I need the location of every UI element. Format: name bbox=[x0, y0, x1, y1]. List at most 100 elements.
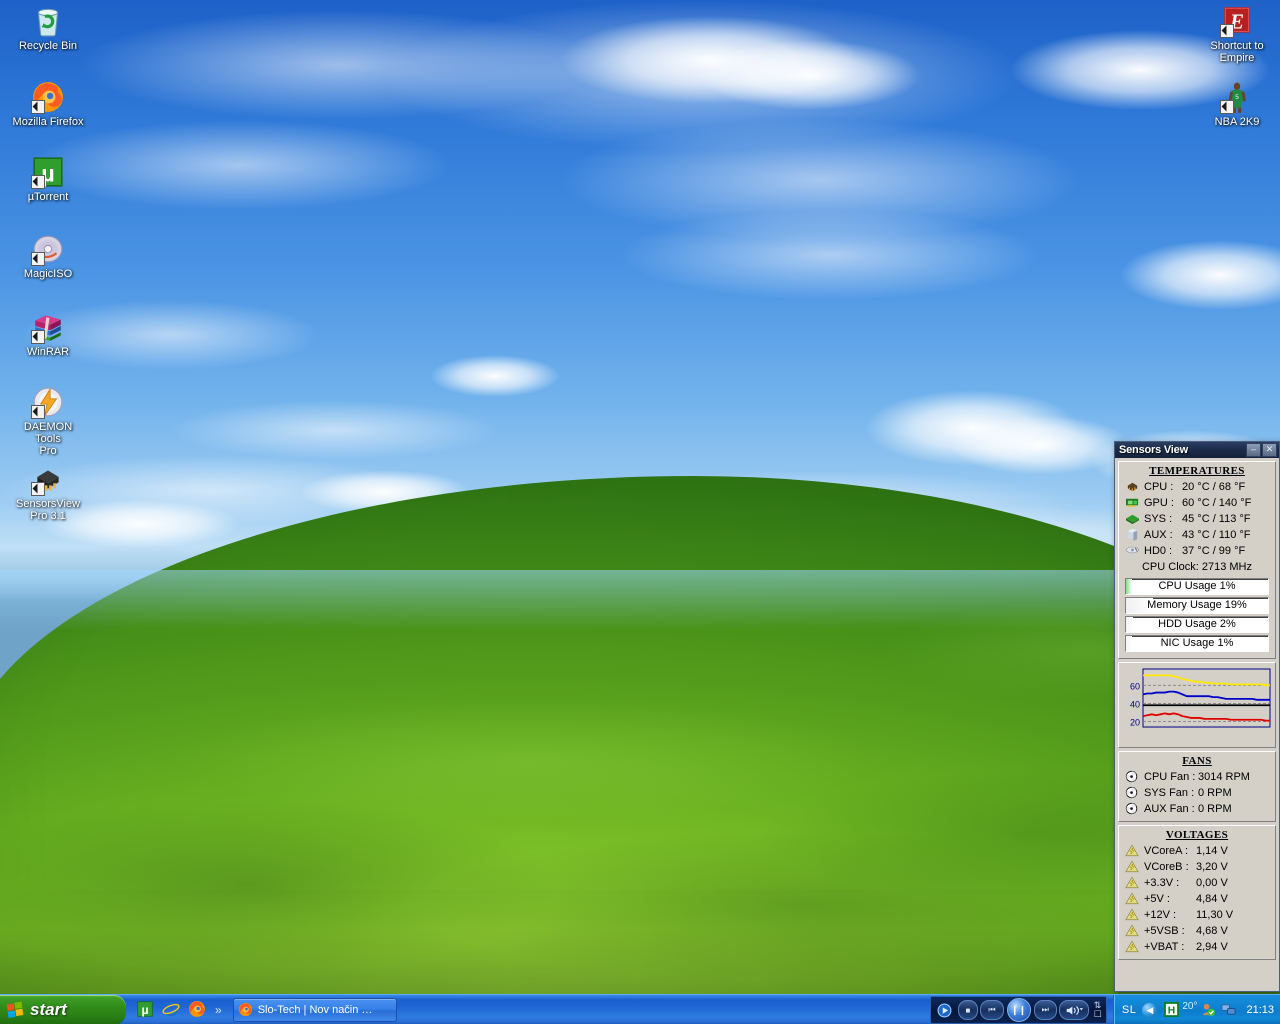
usage-bar: HDD Usage 2% bbox=[1125, 616, 1269, 633]
voltage-icon bbox=[1125, 876, 1141, 890]
voltage-label: VCoreA : bbox=[1144, 845, 1189, 857]
temperature-row: HD0 : 37 °C / 99 °F bbox=[1121, 543, 1273, 559]
start-button-label: start bbox=[30, 1000, 67, 1019]
quicklaunch-firefox[interactable] bbox=[188, 1000, 208, 1020]
desktop-icon-sensorsview-pro-3-1[interactable]: SensorsView Pro 3.1 bbox=[10, 462, 86, 522]
desktop-icon-label: NBA 2K9 bbox=[1214, 116, 1260, 128]
sensors-view-window[interactable]: Sensors View – ✕ TEMPERATURES CPU : 20 °C… bbox=[1114, 441, 1280, 992]
voltage-icon bbox=[1125, 892, 1141, 906]
start-button[interactable]: start bbox=[0, 995, 126, 1024]
media-restore-icon[interactable]: ☐ bbox=[1094, 1010, 1102, 1019]
cpu-chip-icon bbox=[1125, 480, 1141, 494]
temperature-row: CPU : 20 °C / 68 °F bbox=[1121, 479, 1273, 495]
media-toolbar-controls[interactable]: ⇅ ☐ bbox=[1094, 1001, 1102, 1019]
desktop-icon-daemon-tools-pro[interactable]: DAEMON Tools Pro bbox=[10, 385, 86, 457]
sensors-view-titlebar[interactable]: Sensors View – ✕ bbox=[1115, 442, 1279, 458]
desktop-icon-label: Recycle Bin bbox=[18, 40, 78, 52]
wallpaper-bliss bbox=[0, 0, 1280, 994]
svg-text:20: 20 bbox=[1130, 718, 1140, 728]
minimize-icon: – bbox=[1250, 444, 1256, 454]
svg-text:40: 40 bbox=[1130, 699, 1140, 709]
magiciso-icon bbox=[31, 232, 65, 266]
task-button[interactable]: Slo-Tech | Nov način … bbox=[232, 998, 397, 1022]
desktop-icon-label: SensorsView Pro 3.1 bbox=[16, 498, 80, 522]
desktop-icon-magiciso[interactable]: MagicISO bbox=[10, 232, 86, 280]
voltage-value: 4,84 V bbox=[1196, 893, 1228, 905]
quicklaunch-internet-explorer[interactable] bbox=[162, 1000, 182, 1020]
shortcut-overlay-icon bbox=[31, 175, 45, 189]
fan-icon bbox=[1125, 802, 1141, 816]
system-tray[interactable]: SL ◀ H 20° 21:13 bbox=[1112, 995, 1280, 1024]
temperature-label: HD0 : bbox=[1144, 545, 1173, 557]
shortcut-overlay-icon bbox=[1220, 100, 1234, 114]
case-icon bbox=[1125, 528, 1141, 542]
voltage-icon bbox=[1125, 860, 1141, 874]
windows-media-player-toolbar[interactable]: ■ ⏮ ❙❙ ⏭ ⇅ ☐ bbox=[929, 996, 1107, 1024]
usage-bar-label: CPU Usage 1% bbox=[1158, 580, 1236, 592]
task-buttons-group[interactable]: Slo-Tech | Nov način … bbox=[229, 995, 930, 1024]
shortcut-overlay-icon bbox=[1220, 24, 1234, 38]
fan-value: 3014 RPM bbox=[1198, 771, 1250, 783]
quick-launch-bar[interactable]: µ » bbox=[130, 995, 229, 1024]
media-pause-button[interactable]: ❙❙ bbox=[1006, 998, 1031, 1022]
voltage-label: +5VSB : bbox=[1144, 925, 1185, 937]
media-stop-button[interactable]: ■ bbox=[957, 1000, 979, 1020]
nba2k9-icon: 5 bbox=[1220, 80, 1254, 114]
voltage-row: +5VSB : 4,68 V bbox=[1121, 923, 1273, 939]
fan-label: AUX Fan : bbox=[1144, 803, 1195, 815]
minimize-button[interactable]: – bbox=[1246, 443, 1261, 457]
language-indicator[interactable]: SL bbox=[1122, 1004, 1136, 1016]
media-next-button[interactable]: ⏭ bbox=[1033, 1000, 1057, 1020]
network-tray-icon[interactable] bbox=[1201, 1002, 1217, 1018]
desktop-icon-recycle-bin[interactable]: Recycle Bin bbox=[10, 4, 86, 52]
voltages-heading: VOLTAGES bbox=[1165, 829, 1229, 841]
voltage-rows: VCoreA : 1,14 V VCoreB : 3,20 V +3.3V : 0,0… bbox=[1121, 843, 1273, 955]
windows-media-player-icon bbox=[936, 1002, 953, 1019]
temperature-label: SYS : bbox=[1144, 513, 1173, 525]
quicklaunch-utorrent[interactable]: µ bbox=[136, 1000, 156, 1020]
fan-row: SYS Fan :0 RPM bbox=[1121, 785, 1273, 801]
quick-launch-overflow-icon[interactable]: » bbox=[215, 1003, 222, 1017]
taskbar-clock[interactable]: 21:13 bbox=[1246, 1004, 1274, 1016]
voltage-row: +12V : 11,30 V bbox=[1121, 907, 1273, 923]
voltage-value: 0,00 V bbox=[1196, 877, 1228, 889]
shortcut-overlay-icon bbox=[31, 405, 45, 419]
fan-label: SYS Fan : bbox=[1144, 787, 1195, 799]
taskbar[interactable]: start µ » Slo-Tech | Nov način … ■ ⏮ ❙❙ … bbox=[0, 994, 1280, 1024]
sensorsview-icon bbox=[31, 462, 65, 496]
svg-text:H: H bbox=[1168, 1005, 1175, 1016]
close-icon: ✕ bbox=[1265, 444, 1274, 454]
svg-text:µ: µ bbox=[141, 1003, 148, 1017]
fans-panel: FANS CPU Fan :3014 RPM SYS Fan :0 RPM AU bbox=[1118, 751, 1276, 822]
bliss-hill bbox=[0, 476, 1280, 994]
winrar-icon bbox=[31, 310, 65, 344]
media-volume-button[interactable] bbox=[1058, 1000, 1089, 1020]
temperature-rows: CPU : 20 °C / 68 °F GPU : 60 °C / 140 °F S… bbox=[1121, 479, 1273, 559]
desktop[interactable]: Recycle Bin Mozilla Firefox µ µTorrent M… bbox=[0, 0, 1280, 1024]
voltage-value: 1,14 V bbox=[1196, 845, 1228, 857]
desktop-icon-label: DAEMON Tools Pro bbox=[23, 421, 73, 457]
usage-bar: CPU Usage 1% bbox=[1125, 578, 1269, 595]
tray-expand-chevron-icon[interactable]: ◀ bbox=[1142, 1002, 1158, 1018]
temperature-value: 37 °C / 99 °F bbox=[1182, 545, 1246, 557]
cpu-clock-readout: CPU Clock: 2713 MHz bbox=[1141, 561, 1253, 573]
desktop-icon-shortcut-to-empire[interactable]: E Shortcut to Empire bbox=[1199, 4, 1275, 64]
temperature-value: 43 °C / 110 °F bbox=[1182, 529, 1251, 541]
desktop-icon-nba-2k9[interactable]: 5 NBA 2K9 bbox=[1199, 80, 1275, 128]
voltage-value: 3,20 V bbox=[1196, 861, 1228, 873]
voltage-label: +3.3V : bbox=[1144, 877, 1180, 889]
display-tray-icon[interactable] bbox=[1221, 1002, 1237, 1018]
voltage-icon bbox=[1125, 924, 1141, 938]
desktop-icon-label: MagicISO bbox=[23, 268, 73, 280]
voltages-panel: VOLTAGES VCoreA : 1,14 V VCoreB : 3,20 V +… bbox=[1118, 825, 1276, 960]
mainboard-icon bbox=[1125, 512, 1141, 526]
desktop-icon-mozilla-firefox[interactable]: Mozilla Firefox bbox=[10, 80, 86, 128]
sensorsview-tray-icon[interactable]: H bbox=[1164, 1002, 1180, 1018]
usage-bar-label: NIC Usage 1% bbox=[1160, 637, 1234, 649]
desktop-icon-torrent[interactable]: µ µTorrent bbox=[10, 155, 86, 203]
desktop-icon-winrar[interactable]: WinRAR bbox=[10, 310, 86, 358]
utorrent-icon: µ bbox=[31, 155, 65, 189]
media-previous-button[interactable]: ⏮ bbox=[980, 1000, 1004, 1020]
voltage-value: 2,94 V bbox=[1196, 941, 1228, 953]
close-button[interactable]: ✕ bbox=[1262, 443, 1277, 457]
